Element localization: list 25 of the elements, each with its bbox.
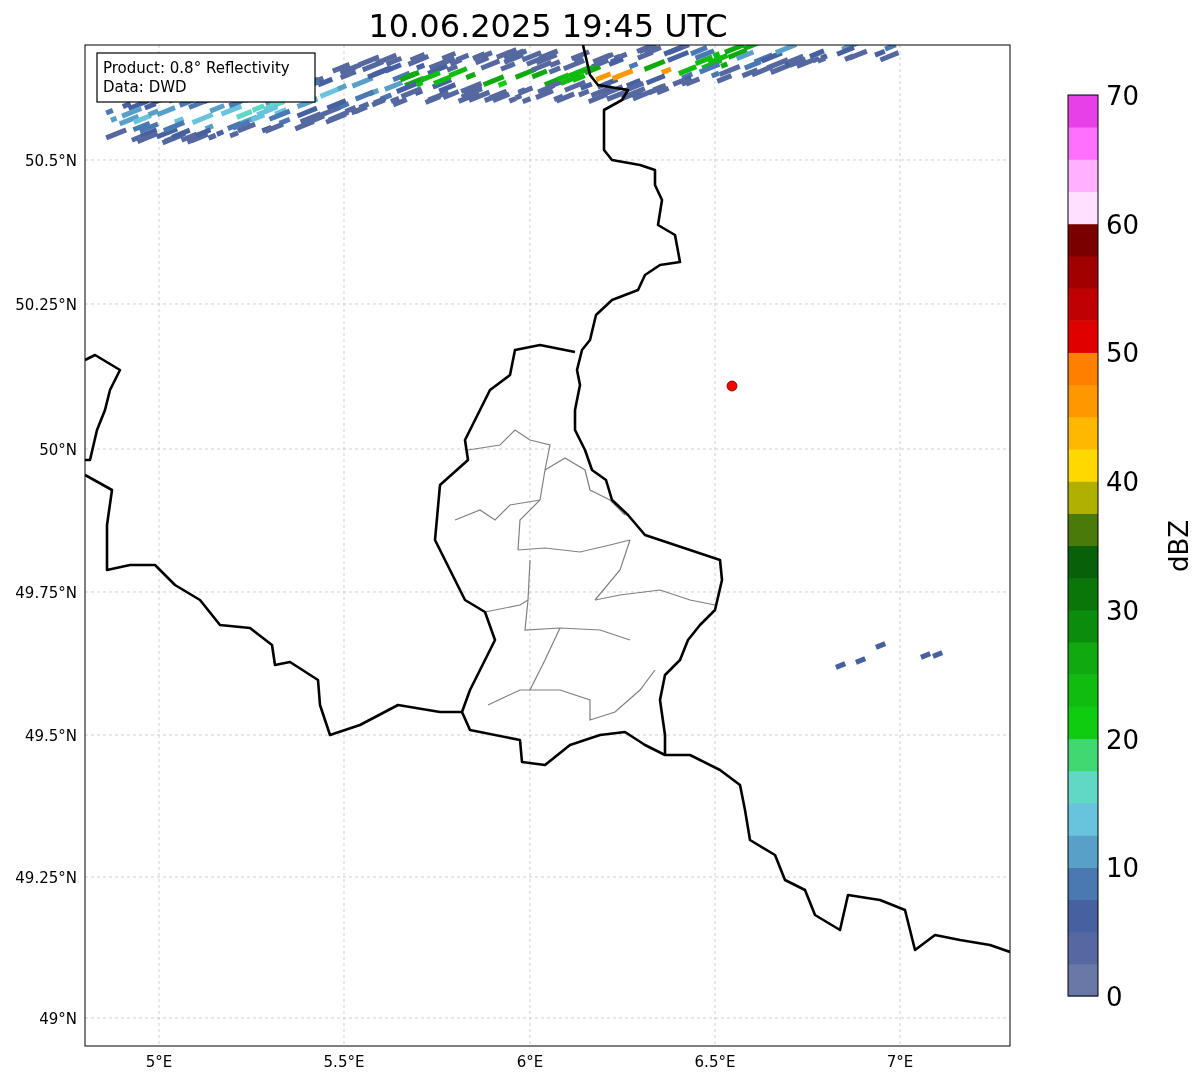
longitude-tick-label: 6°E: [516, 1053, 544, 1071]
colorbar-tick-label: 10: [1106, 853, 1140, 884]
colorbar-tick-label: 60: [1106, 209, 1140, 240]
colorbar-label: dBZ: [1164, 519, 1194, 573]
latitude-tick-label: 50°N: [39, 441, 77, 459]
colorbar-tick-label: 0: [1106, 982, 1123, 1012]
info-text: Data: DWD: [103, 78, 187, 96]
colorbar-tick-label: 30: [1106, 595, 1140, 626]
longitude-tick-label: 7°E: [886, 1053, 914, 1071]
colorbar-tick-label: 70: [1106, 81, 1140, 111]
longitude-tick-label: 5°E: [145, 1053, 173, 1071]
chart-title: 10.06.2025 19:45 UTC: [368, 7, 728, 45]
longitude-tick-label: 5.5°E: [323, 1053, 365, 1071]
latitude-tick-label: 50.25°N: [15, 296, 77, 314]
latitude-tick-label: 50.5°N: [24, 152, 77, 170]
colorbar-tick-label: 20: [1106, 724, 1140, 755]
latitude-tick-label: 49.25°N: [15, 869, 77, 887]
latitude-tick-label: 49.75°N: [15, 584, 77, 602]
latitude-tick-label: 49°N: [39, 1010, 77, 1028]
location-marker: [726, 380, 738, 392]
colorbar-tick-label: 50: [1106, 338, 1140, 369]
longitude-tick-label: 6.5°E: [694, 1053, 736, 1071]
latitude-tick-label: 49.5°N: [24, 727, 77, 745]
colorbar-tick-label: 40: [1106, 467, 1140, 498]
info-text: Product: 0.8° Reflectivity: [103, 59, 290, 77]
